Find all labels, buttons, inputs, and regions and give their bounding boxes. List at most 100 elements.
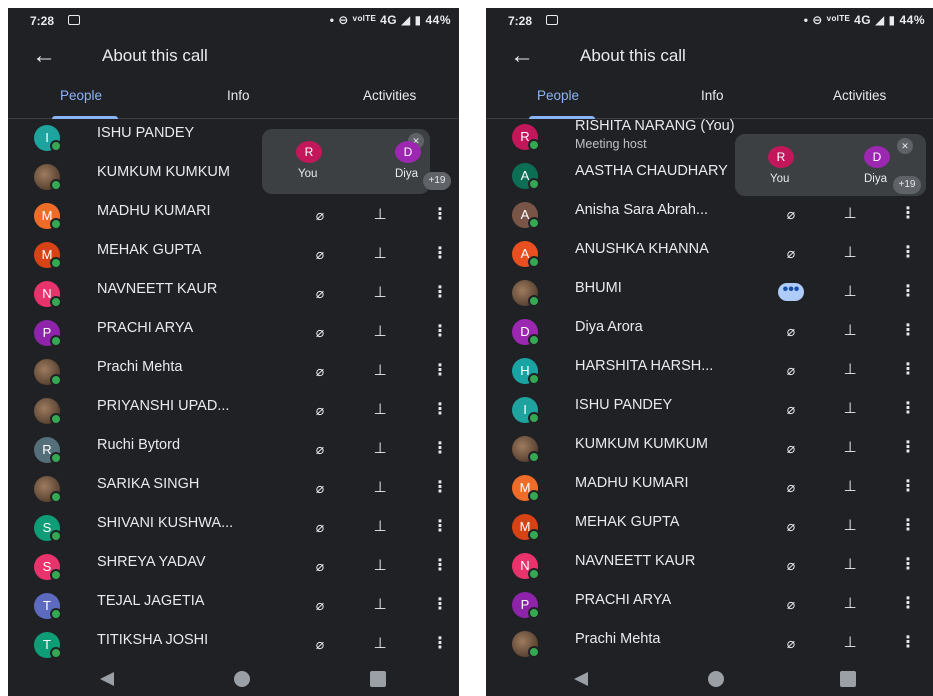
participant-row[interactable]: PRIYANSHI UPAD... ⌀ ⊥ ⋮ (8, 392, 459, 431)
video-overlay[interactable]: ✕ R You D Diya +19 (262, 129, 451, 194)
participant-row[interactable]: N NAVNEETT KAUR ⌀ ⊥ ⋮ (486, 547, 933, 586)
mic-off-icon[interactable]: ⌀ (779, 319, 803, 343)
tab-info[interactable]: Info (701, 88, 724, 103)
mic-off-icon[interactable]: ⌀ (308, 554, 332, 578)
mic-off-icon[interactable]: ⌀ (779, 514, 803, 538)
more-options-icon[interactable]: ⋮ (428, 242, 452, 266)
more-options-icon[interactable]: ⋮ (428, 398, 452, 422)
pin-icon[interactable]: ⊥ (838, 319, 862, 343)
more-options-icon[interactable]: ⋮ (428, 281, 452, 305)
mic-off-icon[interactable]: ⌀ (779, 553, 803, 577)
tab-people[interactable]: People (60, 88, 102, 103)
more-options-icon[interactable]: ⋮ (428, 554, 452, 578)
more-options-icon[interactable]: ⋮ (428, 632, 452, 656)
mic-off-icon[interactable]: ⌀ (779, 631, 803, 655)
participant-row[interactable]: SARIKA SINGH ⌀ ⊥ ⋮ (8, 470, 459, 509)
more-options-icon[interactable]: ⋮ (896, 319, 920, 343)
participant-row[interactable]: H HARSHITA HARSH... ⌀ ⊥ ⋮ (486, 352, 933, 391)
mic-off-icon[interactable]: ⌀ (779, 241, 803, 265)
pin-icon[interactable]: ⊥ (368, 515, 392, 539)
pin-icon[interactable]: ⊥ (368, 632, 392, 656)
participant-row[interactable]: Prachi Mehta ⌀ ⊥ ⋮ (8, 353, 459, 392)
pin-icon[interactable]: ⊥ (838, 553, 862, 577)
participant-row[interactable]: P PRACHI ARYA ⌀ ⊥ ⋮ (8, 314, 459, 353)
pin-icon[interactable]: ⊥ (368, 476, 392, 500)
more-options-icon[interactable]: ⋮ (428, 359, 452, 383)
participant-row[interactable]: A ANUSHKA KHANNA ⌀ ⊥ ⋮ (486, 235, 933, 274)
pin-icon[interactable]: ⊥ (368, 320, 392, 344)
pin-icon[interactable]: ⊥ (838, 475, 862, 499)
pin-icon[interactable]: ⊥ (368, 593, 392, 617)
tab-people[interactable]: People (537, 88, 579, 103)
arrow-back-icon[interactable]: ← (32, 42, 56, 70)
mic-off-icon[interactable]: ⌀ (779, 475, 803, 499)
nav-recents-icon[interactable] (370, 671, 386, 687)
participant-row[interactable]: P PRACHI ARYA ⌀ ⊥ ⋮ (486, 586, 933, 625)
pin-icon[interactable]: ⊥ (368, 242, 392, 266)
participant-row[interactable]: T TEJAL JAGETIA ⌀ ⊥ ⋮ (8, 587, 459, 626)
more-options-icon[interactable]: ⋮ (428, 593, 452, 617)
nav-home-icon[interactable] (708, 671, 724, 687)
more-participants-badge[interactable]: +19 (423, 172, 451, 190)
mic-off-icon[interactable]: ⌀ (308, 359, 332, 383)
more-options-icon[interactable]: ⋮ (428, 515, 452, 539)
pin-icon[interactable]: ⊥ (368, 203, 392, 227)
pin-icon[interactable]: ⊥ (368, 281, 392, 305)
pin-icon[interactable]: ⊥ (838, 631, 862, 655)
more-options-icon[interactable]: ⋮ (896, 592, 920, 616)
mic-off-icon[interactable]: ⌀ (779, 202, 803, 226)
more-options-icon[interactable]: ⋮ (896, 436, 920, 460)
more-options-icon[interactable]: ⋮ (896, 475, 920, 499)
mic-off-icon[interactable]: ⌀ (308, 320, 332, 344)
participant-row[interactable]: S SHREYA YADAV ⌀ ⊥ ⋮ (8, 548, 459, 587)
pin-icon[interactable]: ⊥ (838, 436, 862, 460)
pin-icon[interactable]: ⊥ (368, 398, 392, 422)
more-options-icon[interactable]: ⋮ (896, 553, 920, 577)
mic-off-icon[interactable]: ⌀ (308, 515, 332, 539)
participant-row[interactable]: S SHIVANI KUSHWA... ⌀ ⊥ ⋮ (8, 509, 459, 548)
mic-off-icon[interactable]: ⌀ (779, 436, 803, 460)
pin-icon[interactable]: ⊥ (838, 358, 862, 382)
mic-off-icon[interactable]: ⌀ (308, 242, 332, 266)
more-options-icon[interactable]: ⋮ (896, 514, 920, 538)
mic-off-icon[interactable]: ⌀ (308, 281, 332, 305)
mic-off-icon[interactable]: ⌀ (308, 593, 332, 617)
pin-icon[interactable]: ⊥ (838, 397, 862, 421)
pin-icon[interactable]: ⊥ (368, 437, 392, 461)
mic-off-icon[interactable]: ⌀ (308, 632, 332, 656)
mic-off-icon[interactable]: ⌀ (308, 203, 332, 227)
pin-icon[interactable]: ⊥ (838, 592, 862, 616)
nav-home-icon[interactable] (234, 671, 250, 687)
more-options-icon[interactable]: ⋮ (896, 397, 920, 421)
mic-off-icon[interactable]: ⌀ (308, 398, 332, 422)
mic-off-icon[interactable]: ⌀ (779, 358, 803, 382)
more-options-icon[interactable]: ⋮ (428, 203, 452, 227)
pin-icon[interactable]: ⊥ (838, 241, 862, 265)
pin-icon[interactable]: ⊥ (368, 554, 392, 578)
arrow-back-icon[interactable]: ← (510, 42, 534, 70)
participant-row[interactable]: I ISHU PANDEY ⌀ ⊥ ⋮ (486, 391, 933, 430)
pin-icon[interactable]: ⊥ (838, 280, 862, 304)
participant-row[interactable]: A Anisha Sara Abrah... ⌀ ⊥ ⋮ (486, 196, 933, 235)
speaking-indicator-icon[interactable]: ••• (778, 282, 804, 301)
participant-row[interactable]: M MADHU KUMARI ⌀ ⊥ ⋮ (8, 197, 459, 236)
mic-off-icon[interactable]: ⌀ (779, 592, 803, 616)
participant-row[interactable]: KUMKUM KUMKUM ⌀ ⊥ ⋮ (486, 430, 933, 469)
pin-icon[interactable]: ⊥ (368, 359, 392, 383)
mic-off-icon[interactable]: ⌀ (779, 397, 803, 421)
participant-row[interactable]: Prachi Mehta ⌀ ⊥ ⋮ (486, 625, 933, 664)
participant-row[interactable]: M MADHU KUMARI ⌀ ⊥ ⋮ (486, 469, 933, 508)
participant-row[interactable]: T TITIKSHA JOSHI ⌀ ⊥ ⋮ (8, 626, 459, 665)
participant-row[interactable]: D Diya Arora ⌀ ⊥ ⋮ (486, 313, 933, 352)
mic-off-icon[interactable]: ⌀ (308, 476, 332, 500)
more-options-icon[interactable]: ⋮ (896, 631, 920, 655)
participant-row[interactable]: N NAVNEETT KAUR ⌀ ⊥ ⋮ (8, 275, 459, 314)
nav-back-icon[interactable] (100, 672, 114, 686)
pin-icon[interactable]: ⊥ (838, 514, 862, 538)
tab-info[interactable]: Info (227, 88, 250, 103)
nav-back-icon[interactable] (574, 672, 588, 686)
more-options-icon[interactable]: ⋮ (428, 437, 452, 461)
participant-row[interactable]: R Ruchi Bytord ⌀ ⊥ ⋮ (8, 431, 459, 470)
more-options-icon[interactable]: ⋮ (896, 202, 920, 226)
mic-off-icon[interactable]: ⌀ (308, 437, 332, 461)
